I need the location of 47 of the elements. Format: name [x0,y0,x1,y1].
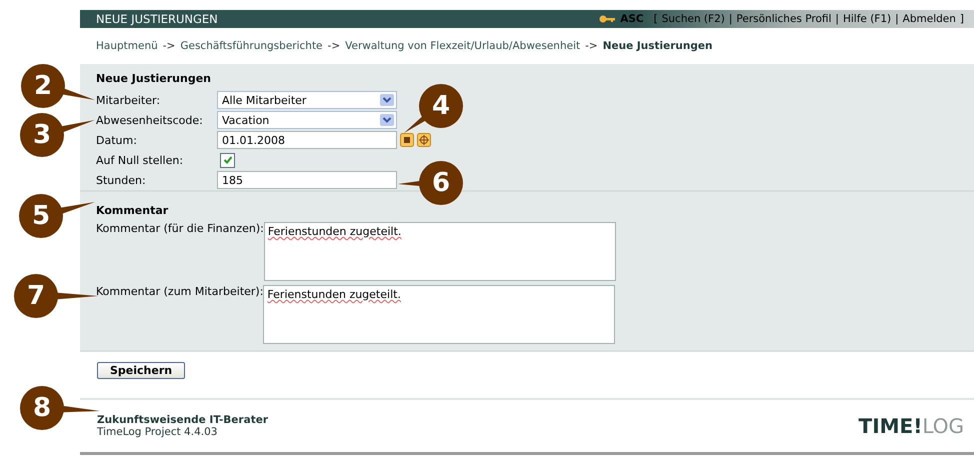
page-title: NEUE JUSTIERUNGEN [96,12,218,26]
header-link[interactable]: Suchen (F2) [662,13,725,25]
breadcrumb-separator: -> [162,40,176,52]
separator: | [895,13,899,25]
field-label: Datum: [96,134,138,146]
crosshair-icon[interactable] [417,133,431,147]
comment-textarea[interactable]: Ferienstunden zugeteilt. [263,285,616,344]
version-text: TimeLog Project 4.4.03 [97,426,218,438]
field-label: Stunden: [96,174,147,186]
logo: TIME!LOG [858,414,964,438]
key-icon [599,15,616,23]
header-link[interactable]: Persönliches Profil [736,13,832,25]
field-label: Mitarbeiter: [96,94,162,106]
breadcrumb-link[interactable]: Hauptmenü [96,40,158,52]
calendar-icon[interactable] [400,133,414,147]
section-title: Neue Justierungen [96,72,212,85]
checkbox[interactable] [220,152,235,168]
date-field[interactable]: 01.01.2008 [217,131,397,149]
bracket: ] [960,13,964,25]
header-link[interactable]: Abmelden [902,13,956,25]
caret-icon [380,114,394,126]
dropdown[interactable]: Alle Mitarbeiter [217,91,397,109]
field-label: Kommentar (für die Finanzen): [96,222,264,235]
user-name: ASC [620,13,644,25]
breadcrumb-link[interactable]: Geschäftsführungsberichte [180,40,323,52]
dropdown[interactable]: Vacation [217,111,397,129]
field-label: Kommentar (zum Mitarbeiter): [96,285,264,298]
save-button[interactable]: Speichern [97,362,186,379]
field-label: Auf Null stellen: [96,154,184,166]
callout-number: 3 [20,113,64,157]
comment-textarea[interactable]: Ferienstunden zugeteilt. [264,222,616,281]
header-link[interactable]: Hilfe (F1) [842,13,892,25]
breadcrumb-separator: -> [328,40,340,52]
checkmark-icon [222,155,232,165]
separator: | [835,13,839,25]
breadcrumb-separator: -> [585,40,598,52]
hours-field[interactable]: 185 [217,171,397,189]
field-label: Abwesenheitscode: [96,114,204,126]
bracket: [ [654,13,658,25]
caret-icon [380,94,394,106]
callout-number: 2 [21,64,65,108]
breadcrumb-link[interactable]: Neue Justierungen [602,40,712,52]
callout-number: 5 [19,194,63,238]
section-title: Kommentar [96,204,170,217]
breadcrumb-link[interactable]: Verwaltung von Flexzeit/Urlaub/Abwesenheit [345,40,580,52]
company-name: Zukunftsweisende IT-Berater [97,414,268,426]
separator: | [728,13,732,25]
